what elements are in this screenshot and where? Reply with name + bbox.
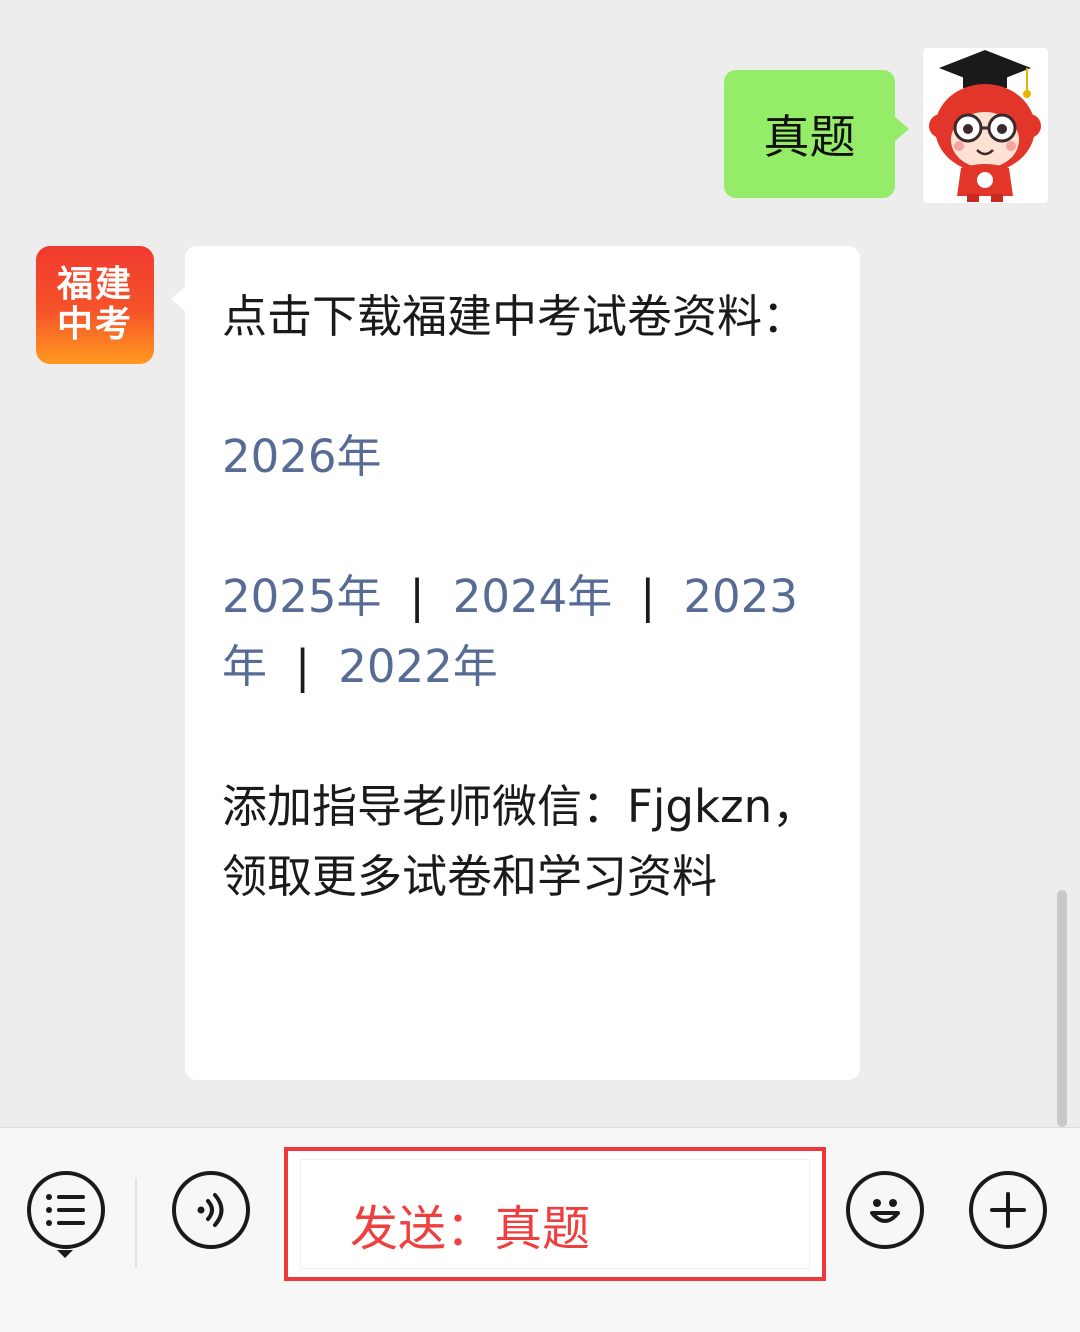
plus-icon[interactable] (969, 1171, 1047, 1249)
input-toolbar: 发送：真题 (0, 1127, 1080, 1332)
link-year-2022[interactable]: 2022年 (338, 640, 498, 693)
chat-scrollbar[interactable] (1057, 890, 1067, 1127)
chat-area: 真题 福建 中考 点击下载福建中考试卷资料： 2026年 2025年 | 202… (0, 0, 1080, 1127)
voice-icon[interactable] (172, 1171, 250, 1249)
account-logo-line1: 福建 (56, 264, 133, 305)
emoji-icon[interactable] (846, 1171, 924, 1249)
message-input-highlight[interactable]: 发送：真题 (284, 1147, 826, 1281)
account-logo-line2: 中考 (56, 304, 133, 345)
intro-text: 点击下载福建中考试卷资料： (222, 290, 808, 343)
link-year-2024[interactable]: 2024年 (453, 570, 613, 623)
incoming-message-bubble: 点击下载福建中考试卷资料： 2026年 2025年 | 2024年 | 2023年 | 20… (171, 246, 860, 1080)
year-links-row: 2025年 | 2024年 | 2023年 | 2022年 (222, 562, 830, 702)
mascot-avatar-icon (929, 50, 1041, 202)
account-avatar[interactable]: 福建 中考 (36, 246, 154, 364)
separator: | (409, 570, 425, 623)
separator: | (640, 570, 656, 623)
message-input-text: 发送：真题 (350, 1201, 591, 1257)
link-year-2026[interactable]: 2026年 (222, 422, 830, 492)
link-year-2025[interactable]: 2025年 (222, 570, 382, 623)
user-avatar[interactable] (923, 48, 1048, 203)
footer-text: 添加指导老师微信：Fjgkzn，领取更多试卷和学习资料 (222, 780, 818, 903)
toolbar-divider (135, 1178, 137, 1268)
outgoing-message-bubble[interactable]: 真题 (724, 70, 909, 198)
separator: | (295, 640, 311, 693)
outgoing-message-text: 真题 (763, 110, 856, 164)
chevron-down-icon (57, 1250, 73, 1258)
list-menu-icon[interactable] (27, 1171, 105, 1249)
